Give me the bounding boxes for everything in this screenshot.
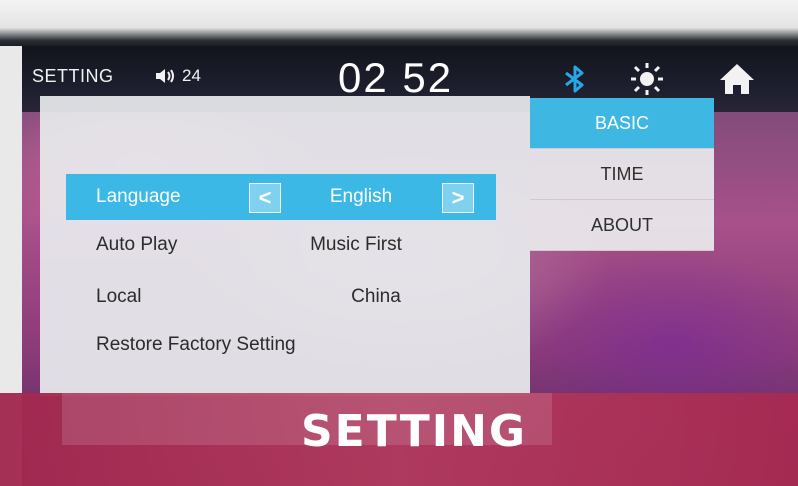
settings-panel: Language < English > Auto Play Music Fir… xyxy=(40,96,530,396)
settings-category-tabs: BASIC TIME ABOUT xyxy=(530,98,714,251)
tab-time[interactable]: TIME xyxy=(530,149,714,200)
setting-value: English xyxy=(329,186,393,207)
setting-value: Music First xyxy=(310,234,402,255)
volume-icon xyxy=(156,69,174,83)
chevron-left-icon: < xyxy=(258,185,272,210)
caption-text: SETTING xyxy=(300,406,528,457)
bluetooth-icon[interactable] xyxy=(562,64,588,94)
setting-label: Restore Factory Setting xyxy=(96,334,296,355)
setting-row-auto-play[interactable]: Auto Play Music First xyxy=(66,222,496,268)
volume-level: 24 xyxy=(182,66,201,85)
brightness-icon[interactable] xyxy=(630,62,664,96)
next-option-button[interactable]: > xyxy=(442,183,474,213)
device-bezel xyxy=(0,0,798,46)
setting-value: China xyxy=(351,286,401,307)
setting-row-language[interactable]: Language < English > xyxy=(66,174,496,220)
setting-label: Auto Play xyxy=(96,234,178,255)
setting-label: Local xyxy=(96,286,142,307)
home-icon[interactable] xyxy=(718,62,756,96)
tab-about[interactable]: ABOUT xyxy=(530,200,714,251)
setting-row-local[interactable]: Local China xyxy=(66,274,496,320)
screen-title: SETTING xyxy=(32,66,114,86)
setting-row-restore-factory[interactable]: Restore Factory Setting xyxy=(66,322,466,368)
chevron-right-icon: > xyxy=(451,185,465,210)
volume-indicator[interactable]: 24 xyxy=(154,66,201,86)
tab-basic[interactable]: BASIC xyxy=(530,98,714,149)
clock: 02 52 xyxy=(338,54,454,101)
setting-label: Language xyxy=(96,186,181,207)
prev-option-button[interactable]: < xyxy=(249,183,281,213)
